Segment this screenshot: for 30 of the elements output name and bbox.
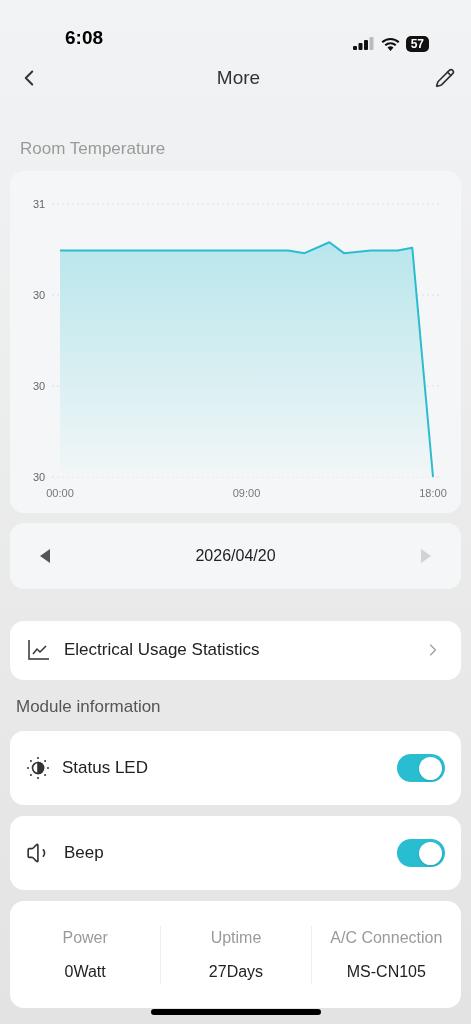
battery-indicator: 57 xyxy=(405,36,429,52)
page-title: More xyxy=(216,65,261,90)
clock-time: 6:08 xyxy=(65,25,104,50)
y-tick-label: 30 xyxy=(33,288,46,301)
y-tick-label: 31 xyxy=(33,197,46,210)
brightness-icon xyxy=(26,756,50,780)
signal-icon xyxy=(352,37,375,51)
y-tick-label: 30 xyxy=(33,470,46,483)
stat-label: Uptime xyxy=(210,927,262,948)
line-chart-icon xyxy=(28,640,50,660)
edit-icon[interactable] xyxy=(435,68,455,88)
wifi-icon xyxy=(380,37,400,51)
setting-label: Status LED xyxy=(62,757,149,780)
section-title: Room Temperature xyxy=(20,139,166,158)
usage-statistics-row[interactable]: Electrical Usage Statistics xyxy=(10,620,461,680)
stat-value: 27Days xyxy=(208,961,264,982)
stat-value: MS-CN105 xyxy=(346,961,426,982)
x-tick-label: 18:00 xyxy=(419,486,447,499)
y-tick-label: 30 xyxy=(33,379,46,392)
setting-label: Beep xyxy=(64,842,105,865)
x-tick-label: 00:00 xyxy=(46,486,74,499)
stat-value: 0Watt xyxy=(64,961,106,982)
stat-label: Power xyxy=(62,927,108,948)
date-label: 2026/04/20 xyxy=(195,545,276,566)
toggle-switch[interactable] xyxy=(397,754,445,782)
toggle-switch[interactable] xyxy=(397,839,445,867)
x-tick-label: 09:00 xyxy=(232,486,261,499)
previous-icon[interactable] xyxy=(40,548,50,563)
section-title: Module information xyxy=(16,696,161,716)
stat-label: A/C Connection xyxy=(330,927,443,948)
